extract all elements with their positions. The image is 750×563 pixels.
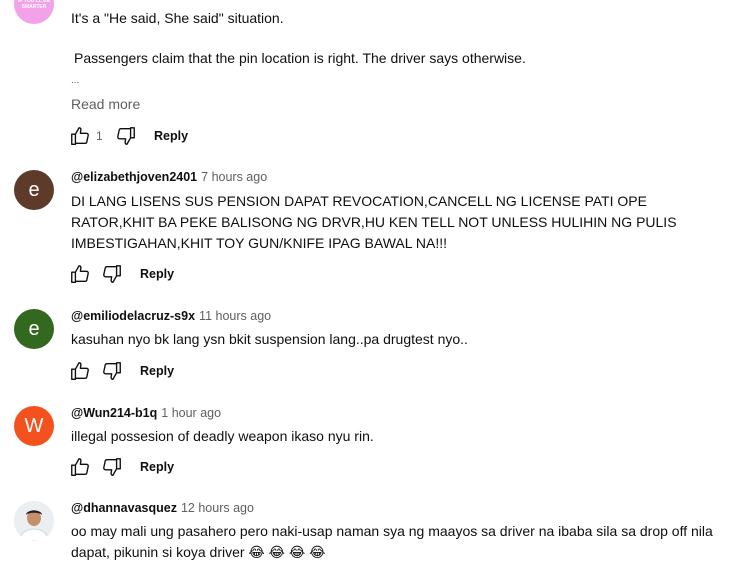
comment-text: It's a "He said, She said" situation. [71,10,284,26]
author-name[interactable]: @elizabethjoven2401 [71,170,197,184]
avatar[interactable] [14,501,54,541]
profile-photo-icon [14,501,54,541]
author-name[interactable]: @emiliodelacruz-s9x [71,309,195,323]
timestamp[interactable]: 11 hours ago [199,309,271,323]
comment-ellipsis: ... [71,75,80,86]
comment-text: DI LANG LISENS SUS PENSION DAPAT REVOCAT… [71,193,677,251]
timestamp[interactable]: 7 hours ago [201,170,267,184]
comment-actions: 1 Reply [68,124,188,148]
like-icon[interactable] [68,262,92,286]
avatar[interactable]: e [14,309,54,349]
dislike-icon[interactable] [100,359,124,383]
dislike-icon[interactable] [100,262,124,286]
timestamp[interactable]: 12 hours ago [181,501,254,515]
comment-actions: Reply [68,359,174,383]
comment-header: @dhannavasquez 12 hours ago [71,501,254,515]
author-name[interactable]: @dhannavasquez [71,501,177,515]
read-more-button[interactable]: Read more [71,96,140,112]
avatar[interactable]: IF YOU'LL BE SMARTER [14,0,54,24]
dislike-icon[interactable] [100,455,124,479]
author-name[interactable]: @Wun214-b1q [71,406,157,420]
comment-header: @Wun214-b1q 1 hour ago [71,406,221,420]
comment-text: illegal possesion of deadly weapon ikaso… [71,428,374,444]
comment-text: oo may mali ung pasahero pero naki-usap … [71,523,713,560]
reply-button[interactable]: Reply [140,267,174,281]
like-icon[interactable] [68,455,92,479]
comment-text: kasuhan nyo bk lang ysn bkit suspension … [71,331,468,347]
comment-actions: Reply [68,455,174,479]
like-count: 1 [96,129,103,143]
dislike-icon[interactable] [114,124,138,148]
reply-button[interactable]: Reply [140,460,174,474]
reply-button[interactable]: Reply [154,129,188,143]
avatar[interactable]: e [14,170,54,210]
comment-actions: Reply [68,262,174,286]
comment-header: @emiliodelacruz-s9x 11 hours ago [71,309,271,323]
reply-button[interactable]: Reply [140,364,174,378]
comment-text: Passengers claim that the pin location i… [74,50,526,66]
like-icon[interactable] [68,124,92,148]
comment-header: @elizabethjoven2401 7 hours ago [71,170,267,184]
timestamp[interactable]: 1 hour ago [161,406,221,420]
like-icon[interactable] [68,359,92,383]
avatar[interactable]: W [14,406,54,446]
